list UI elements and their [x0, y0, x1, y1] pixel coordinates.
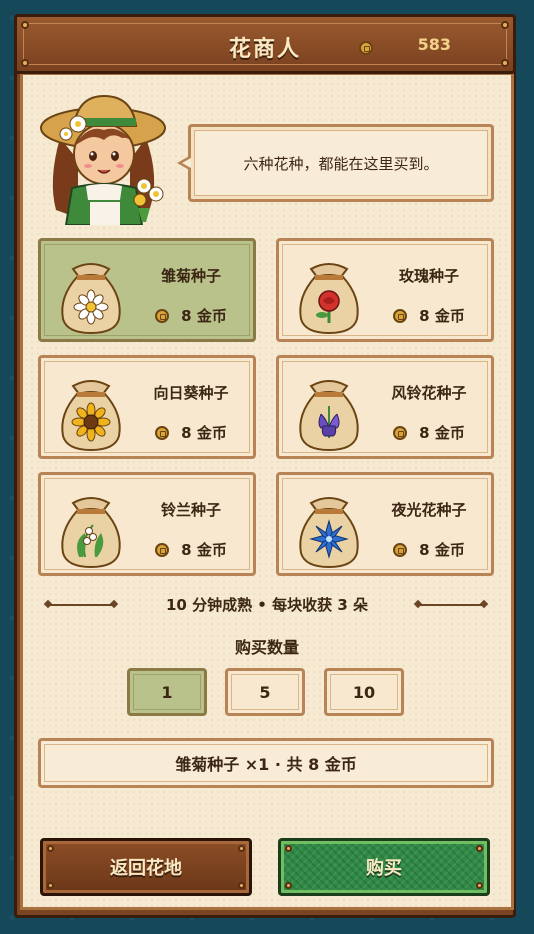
lily-of-the-valley-icon: [77, 524, 104, 558]
coin-icon: [393, 309, 408, 323]
seed-card-rose[interactable]: 玫瑰种子 8 金币: [276, 238, 494, 342]
seed-card-sunflower[interactable]: 向日葵种子 8 金币: [38, 355, 256, 459]
seed-card-daisy[interactable]: 雏菊种子 8 金币: [38, 238, 256, 342]
seed-card-lily-of-the-valley[interactable]: 铃兰种子 8 金币: [38, 472, 256, 576]
back-button-label: 返回花地: [110, 858, 182, 879]
seed-price: 8 金币: [137, 422, 245, 443]
seed-name: 风铃花种子: [391, 384, 467, 402]
coin-icon: [393, 543, 408, 557]
quantity-option-1[interactable]: 1: [127, 668, 207, 716]
order-summary-text: 雏菊种子 ×1 · 共 8 金币: [175, 755, 357, 774]
seed-price: 8 金币: [137, 305, 245, 326]
back-to-garden-button[interactable]: 返回花地: [40, 838, 252, 896]
coin-icon: [155, 309, 170, 323]
coin-balance: 583: [417, 35, 451, 54]
seed-name: 夜光花种子: [391, 501, 467, 519]
buy-button-label: 购买: [366, 858, 402, 879]
quantity-option-10[interactable]: 10: [324, 668, 404, 716]
merchant-portrait: [40, 94, 166, 225]
quantity-label: 购买数量: [234, 638, 299, 657]
rose-icon: [316, 290, 340, 323]
buy-button[interactable]: 购买: [278, 838, 490, 896]
seed-card-nightglow[interactable]: 夜光花种子 8 金币: [276, 472, 494, 576]
coin-icon: [155, 426, 170, 440]
coin-icon: [155, 543, 170, 557]
coin-icon: [359, 41, 373, 55]
nightglow-flower-icon: [309, 519, 349, 559]
header-bar: 花商人 583: [14, 14, 516, 74]
seed-name: 向日葵种子: [153, 384, 229, 402]
seed-price: 8 金币: [375, 422, 483, 443]
seed-price: 8 金币: [137, 539, 245, 560]
seed-name: 玫瑰种子: [398, 267, 459, 285]
merchant-dialog: 六种花种，都能在这里买到。: [177, 124, 494, 202]
seed-card-bellflower[interactable]: 风铃花种子 8 金币: [276, 355, 494, 459]
sunflower-icon: [71, 402, 111, 442]
growth-info: 10 分钟成熟 • 每块收获 3 朵: [165, 596, 368, 614]
seed-price: 8 金币: [375, 539, 483, 560]
bellflower-icon: [318, 406, 340, 438]
seed-name: 雏菊种子: [160, 267, 221, 285]
coin-icon: [393, 426, 408, 440]
dialog-text: 六种花种，都能在这里买到。: [243, 154, 439, 173]
daisy-icon: [73, 289, 109, 325]
quantity-option-5[interactable]: 5: [225, 668, 305, 716]
order-summary: 雏菊种子 ×1 · 共 8 金币: [38, 738, 494, 788]
seed-name: 铃兰种子: [160, 501, 221, 519]
seed-price: 8 金币: [375, 305, 483, 326]
